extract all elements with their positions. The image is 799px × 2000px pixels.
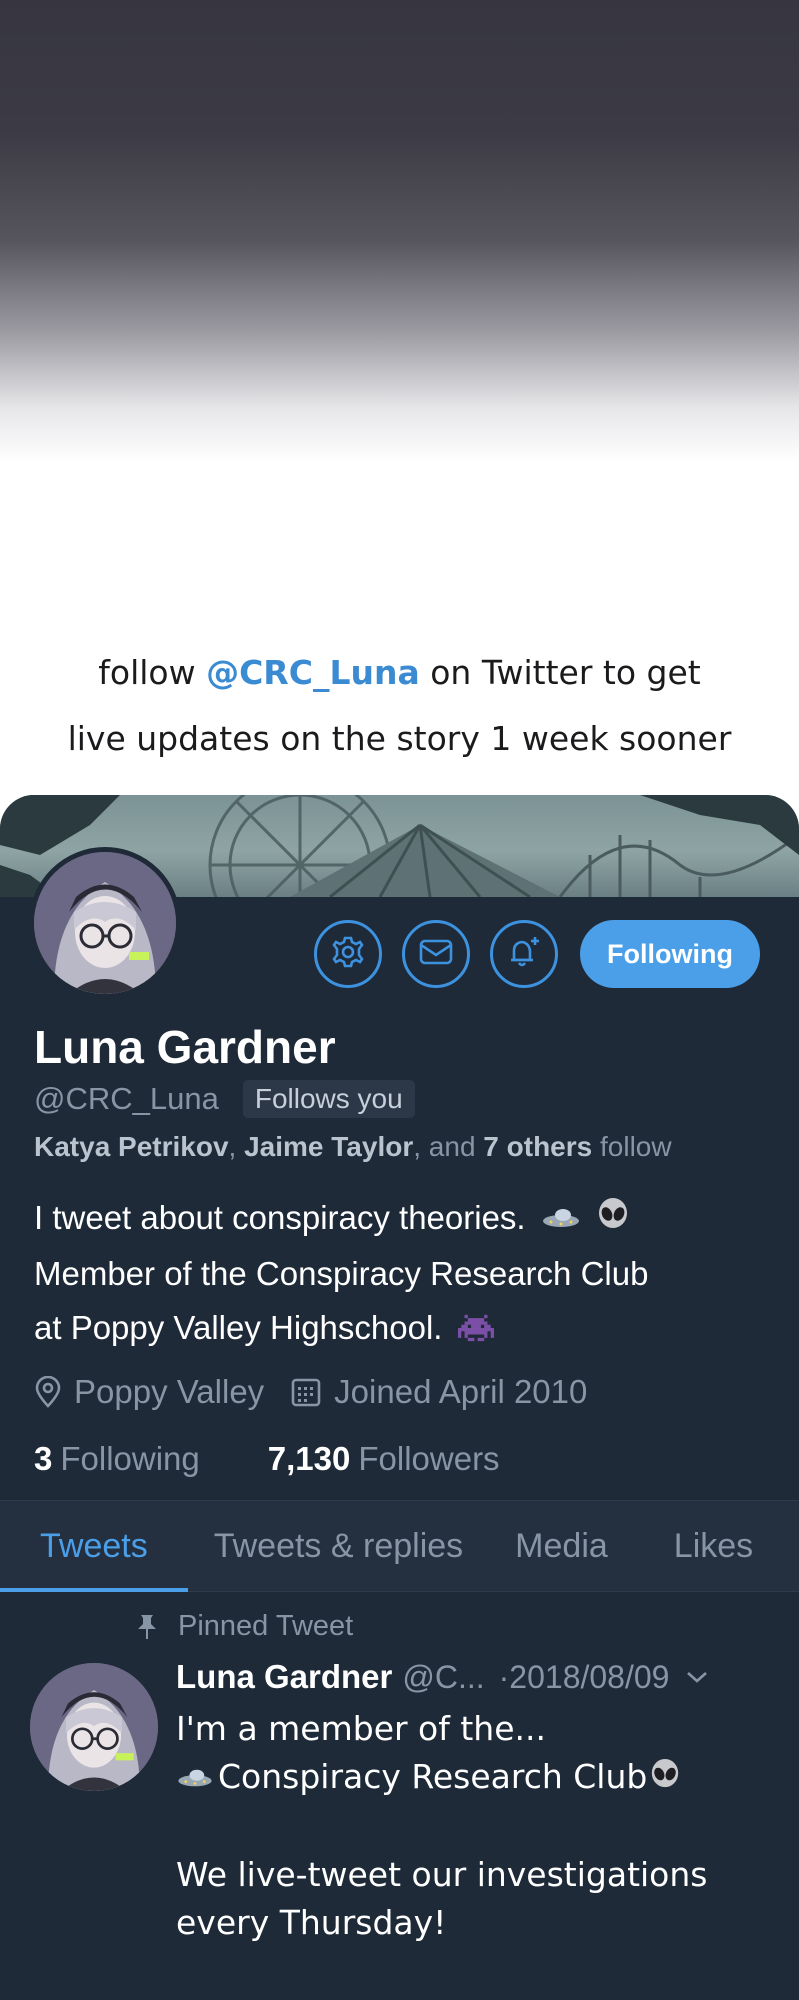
followers-count-link[interactable]: 7,130 Followers	[268, 1440, 500, 1478]
envelope-icon	[419, 938, 453, 971]
following-button[interactable]: Following	[580, 920, 760, 988]
settings-button[interactable]	[314, 920, 382, 988]
flying-saucer-emoji	[541, 1193, 581, 1247]
profile-bio: I tweet about conspiracy theories. Membe…	[34, 1191, 774, 1358]
bio-line-2: Member of the Conspiracy Research Club	[34, 1255, 649, 1293]
notifications-button[interactable]	[490, 920, 558, 988]
pushpin-icon	[136, 1614, 158, 1640]
profile-handle: @CRC_Luna	[34, 1081, 219, 1116]
promo-line-2: live updates on the story 1 week sooner	[67, 719, 732, 758]
tweet-author-name[interactable]: Luna Gardner	[176, 1658, 392, 1696]
profile-name: Luna Gardner	[34, 1021, 336, 1073]
calendar-icon	[290, 1376, 322, 1408]
flying-saucer-emoji	[176, 1755, 214, 1803]
tweet-author-handle[interactable]: @C...	[402, 1659, 484, 1696]
tweet-date[interactable]: ·2018/08/09	[499, 1659, 670, 1696]
message-button[interactable]	[402, 920, 470, 988]
handle-row: @CRC_Luna Follows you	[34, 1080, 415, 1118]
profile-tabs: Tweets Tweets & replies Media Likes	[0, 1500, 799, 1592]
tab-media[interactable]: Media	[515, 1500, 608, 1592]
tab-likes[interactable]: Likes	[674, 1500, 753, 1592]
promo-handle-link[interactable]: @CRC_Luna	[206, 653, 420, 692]
profile-avatar[interactable]	[29, 847, 181, 999]
tab-tweets-replies[interactable]: Tweets & replies	[214, 1500, 463, 1592]
space-invader-emoji	[457, 1304, 494, 1358]
following-count-link[interactable]: 3 Following	[34, 1440, 200, 1478]
profile-meta: Poppy Valley Joined April 2010	[34, 1373, 587, 1411]
gear-icon	[331, 935, 365, 974]
promo-text: follow @CRC_Luna on Twitter to get live …	[0, 640, 799, 772]
tweet-line-club: Conspiracy Research Club	[176, 1753, 776, 1803]
promo-line-1: follow @CRC_Luna on Twitter to get	[98, 653, 701, 692]
pinned-tweet-label: Pinned Tweet	[136, 1610, 353, 1643]
location-pin-icon	[34, 1376, 62, 1408]
profile-joined: Joined April 2010	[334, 1373, 588, 1410]
bio-line-1: I tweet about conspiracy theories.	[34, 1191, 774, 1247]
bell-plus-icon	[506, 934, 542, 975]
tweet-text: I'm a member of the... Conspiracy Resear…	[176, 1705, 776, 1947]
mutual-followers[interactable]: Katya Petrikov, Jaime Taylor, and 7 othe…	[34, 1131, 672, 1163]
profile-card: Following Luna Gardner @CRC_Luna Follows…	[0, 795, 799, 2000]
tab-tweets[interactable]: Tweets	[0, 1500, 188, 1592]
chevron-down-icon[interactable]	[685, 1669, 709, 1685]
tweet-header: Luna Gardner @C... ·2018/08/09	[176, 1658, 776, 1696]
profile-location: Poppy Valley	[74, 1373, 265, 1410]
top-gradient-backdrop	[0, 0, 799, 600]
bio-line-3: at Poppy Valley Highschool.	[34, 1301, 774, 1357]
tweet-avatar[interactable]	[30, 1663, 158, 1791]
follow-counts: 3 Following 7,130 Followers	[34, 1440, 500, 1478]
follows-you-badge: Follows you	[242, 1080, 415, 1118]
alien-emoji	[649, 1755, 681, 1803]
alien-emoji	[596, 1193, 630, 1247]
profile-actions: Following	[314, 920, 760, 988]
